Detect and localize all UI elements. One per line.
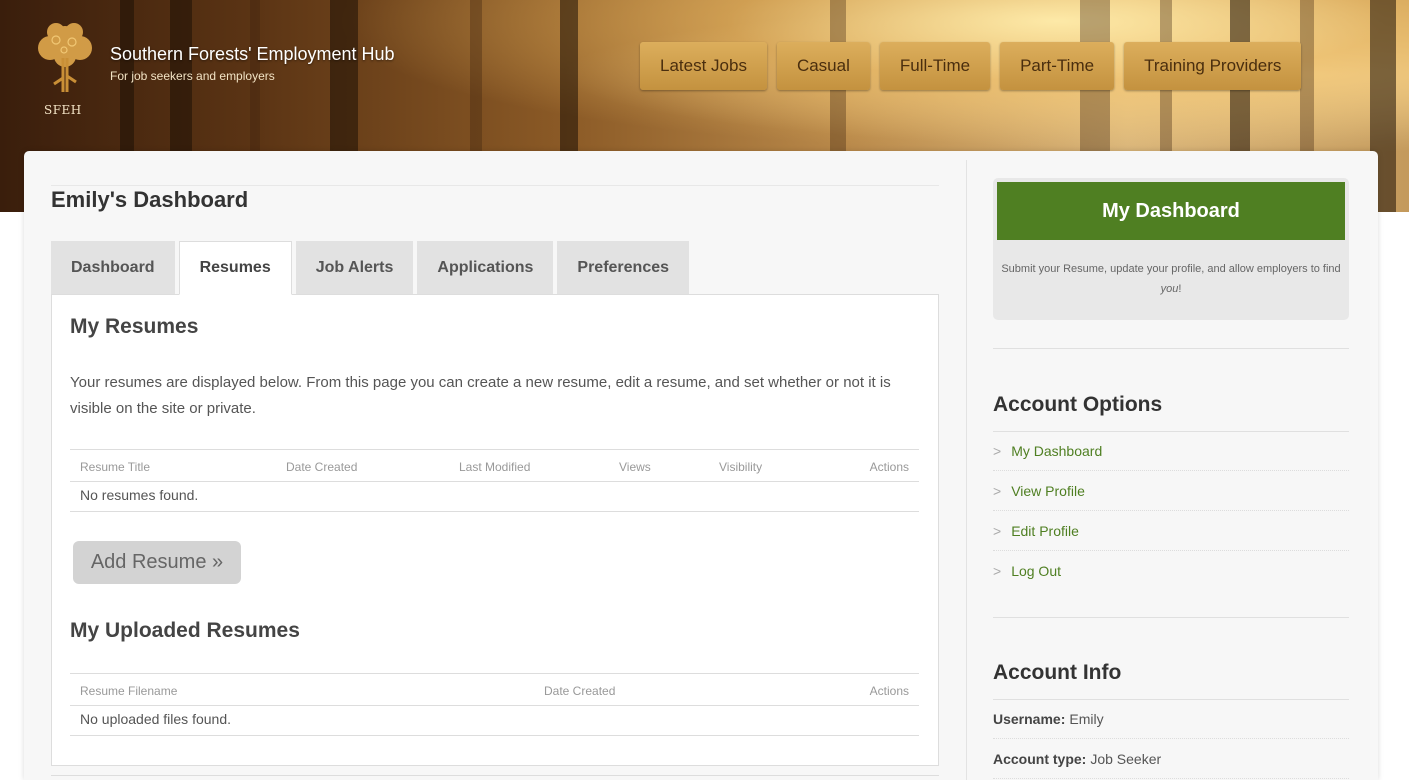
site-title[interactable]: Southern Forests' Employment Hub: [110, 44, 395, 65]
add-resume-button[interactable]: Add Resume »: [73, 541, 241, 584]
chevron-right-icon: >: [993, 442, 1002, 459]
table-header: Resume Title Date Created Last Modified …: [70, 449, 919, 482]
main-nav: Latest Jobs Casual Full-Time Part-Time T…: [640, 42, 1302, 90]
chevron-right-icon: >: [993, 482, 1002, 499]
table-header: Resume Filename Date Created Actions: [70, 673, 919, 706]
column-header[interactable]: Date Created: [286, 460, 357, 474]
my-dashboard-button[interactable]: My Dashboard: [997, 182, 1345, 240]
account-option-label: View Profile: [1011, 482, 1085, 499]
tab-dashboard[interactable]: Dashboard: [51, 241, 175, 295]
account-options-heading: Account Options: [993, 393, 1163, 416]
sidebar-divider: [993, 348, 1349, 349]
nav-latest-jobs[interactable]: Latest Jobs: [640, 42, 767, 90]
tab-resumes[interactable]: Resumes: [178, 241, 292, 295]
column-header[interactable]: Date Created: [544, 684, 615, 698]
account-option-label: My Dashboard: [1011, 442, 1103, 459]
nav-training-providers[interactable]: Training Providers: [1124, 42, 1302, 90]
nav-casual[interactable]: Casual: [776, 42, 870, 90]
dashboard-tabs: Dashboard Resumes Job Alerts Application…: [51, 241, 693, 295]
account-option-label: Log Out: [1011, 563, 1062, 579]
tab-job-alerts[interactable]: Job Alerts: [295, 241, 414, 295]
site-subtitle: For job seekers and employers: [110, 69, 275, 83]
column-divider: [966, 160, 967, 780]
account-option-my-dashboard[interactable]: > My Dashboard: [993, 431, 1349, 471]
tab-applications[interactable]: Applications: [417, 241, 554, 295]
chevron-right-icon: >: [993, 522, 1002, 539]
account-option-log-out[interactable]: > Log Out: [993, 551, 1349, 591]
bottom-rule: [51, 775, 939, 776]
tree-logo-icon[interactable]: [26, 18, 104, 96]
username-label: Username:: [993, 710, 1066, 727]
column-header[interactable]: Views: [619, 460, 651, 474]
promo-text-emphasis: you: [1160, 283, 1179, 295]
chevron-right-icon: >: [993, 563, 1002, 579]
account-type-label: Account type:: [993, 750, 1087, 767]
table-row: No uploaded files found.: [70, 706, 919, 736]
column-header[interactable]: Resume Filename: [80, 684, 177, 698]
account-info-heading: Account Info: [993, 661, 1122, 684]
username-value: Emily: [1069, 710, 1104, 727]
uploaded-resumes-table: Resume Filename Date Created Actions No …: [70, 673, 919, 736]
sidebar-divider: [993, 617, 1349, 618]
column-header[interactable]: Last Modified: [459, 460, 530, 474]
nav-part-time[interactable]: Part-Time: [1000, 42, 1115, 90]
tab-preferences[interactable]: Preferences: [557, 241, 690, 295]
username-info: Username: Emily: [993, 699, 1349, 739]
column-header[interactable]: Visibility: [719, 460, 762, 474]
page-title: Emily's Dashboard: [51, 187, 249, 212]
column-header[interactable]: Resume Title: [80, 460, 150, 474]
column-header: Actions: [869, 684, 909, 698]
dashboard-promo-text: Submit your Resume, update your profile,…: [1000, 259, 1342, 299]
table-row: No resumes found.: [70, 482, 919, 512]
promo-text-main: Submit your Resume, update your profile,…: [1001, 263, 1341, 275]
uploaded-resumes-heading: My Uploaded Resumes: [70, 619, 300, 642]
my-resumes-heading: My Resumes: [70, 315, 199, 338]
resumes-table: Resume Title Date Created Last Modified …: [70, 449, 919, 512]
promo-text-suffix: !: [1178, 283, 1182, 295]
account-option-label: Edit Profile: [1011, 522, 1079, 539]
column-header: Actions: [869, 460, 909, 474]
account-type-value: Job Seeker: [1090, 750, 1162, 767]
nav-full-time[interactable]: Full-Time: [879, 42, 991, 90]
resumes-intro: Your resumes are displayed below. From t…: [70, 374, 891, 417]
logo-tag: SFEH: [44, 103, 82, 117]
account-type-info: Account type: Job Seeker: [993, 739, 1349, 779]
account-option-view-profile[interactable]: > View Profile: [993, 471, 1349, 511]
title-rule: [51, 185, 939, 186]
account-option-edit-profile[interactable]: > Edit Profile: [993, 511, 1349, 551]
